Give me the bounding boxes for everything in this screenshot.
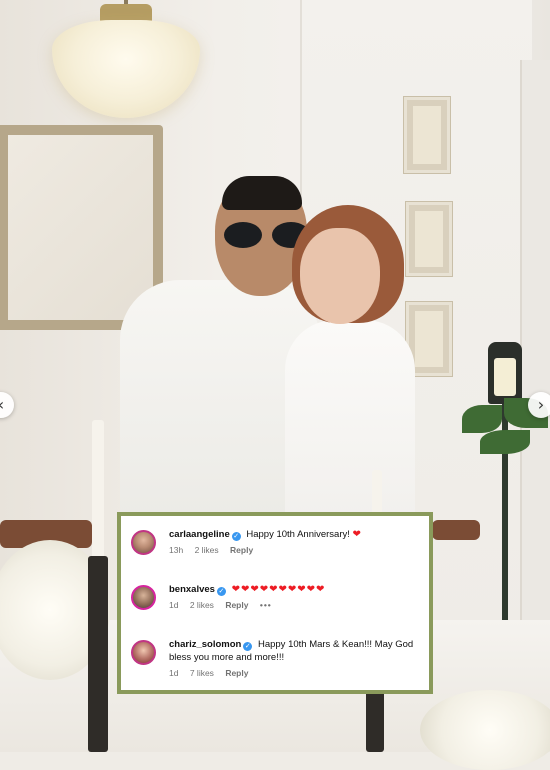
avatar[interactable] (131, 585, 156, 610)
heart-icon: ❤ (352, 529, 362, 540)
comment-item: chariz_solomon ✓ Happy 10th Mars & Kean!!… (131, 638, 419, 693)
more-icon[interactable]: ••• (260, 600, 272, 610)
comment-text: Happy 10th Anniversary! (246, 529, 350, 540)
comment-username[interactable]: benxalves (169, 584, 215, 595)
comment-meta: 13h 2 likes Reply (169, 545, 419, 555)
comment-username[interactable]: carlaangeline (169, 529, 230, 540)
man-hair (222, 176, 302, 210)
comment-time[interactable]: 13h (169, 545, 183, 555)
wall-frame (406, 202, 452, 276)
avatar[interactable] (131, 640, 156, 665)
plant-leaf (480, 430, 530, 454)
avatar[interactable] (131, 530, 156, 555)
floor-lamp-glass (494, 358, 516, 396)
comment-likes[interactable]: 7 likes (190, 668, 214, 678)
wall-frame (404, 97, 450, 173)
reply-button[interactable]: Reply (230, 545, 253, 555)
comment-meta: 1d 7 likes Reply (169, 668, 419, 678)
chevron-left-icon: ‹ (0, 397, 4, 413)
comment-item: benxalves ✓ ❤❤❤❤❤❤❤❤❤❤ 1d 2 likes Reply •… (131, 583, 419, 638)
comment-meta: 1d 2 likes Reply ••• (169, 600, 419, 610)
candlestick (88, 556, 108, 752)
comments-panel: carlaangeline ✓ Happy 10th Anniversary! ❤… (117, 512, 433, 694)
comment-body: chariz_solomon ✓ Happy 10th Mars & Kean!!… (169, 638, 419, 664)
comment-username[interactable]: chariz_solomon (169, 639, 241, 650)
reply-button[interactable]: Reply (225, 668, 248, 678)
mirror-glass (8, 135, 153, 320)
carousel-next-button[interactable]: › (528, 392, 550, 418)
verified-badge-icon: ✓ (243, 642, 253, 651)
comment-time[interactable]: 1d (169, 600, 178, 610)
woman-face (300, 228, 380, 324)
reply-button[interactable]: Reply (225, 600, 248, 610)
comment-item: carlaangeline ✓ Happy 10th Anniversary! ❤… (131, 528, 419, 583)
chair (432, 520, 480, 540)
comment-time[interactable]: 1d (169, 668, 178, 678)
verified-badge-icon: ✓ (231, 532, 241, 541)
plant-leaf (462, 405, 502, 433)
flowers (420, 690, 550, 770)
comment-likes[interactable]: 2 likes (195, 545, 219, 555)
door (520, 60, 550, 660)
chevron-right-icon: › (537, 395, 545, 414)
heart-icon: ❤❤❤❤❤❤❤❤❤❤ (231, 584, 326, 595)
comment-likes[interactable]: 2 likes (190, 600, 214, 610)
comment-body: carlaangeline ✓ Happy 10th Anniversary! ❤ (169, 528, 419, 541)
candlestick (366, 690, 384, 752)
verified-badge-icon: ✓ (216, 587, 226, 596)
candle (92, 420, 104, 560)
pendant-lamp (52, 20, 200, 118)
comment-body: benxalves ✓ ❤❤❤❤❤❤❤❤❤❤ (169, 583, 419, 596)
